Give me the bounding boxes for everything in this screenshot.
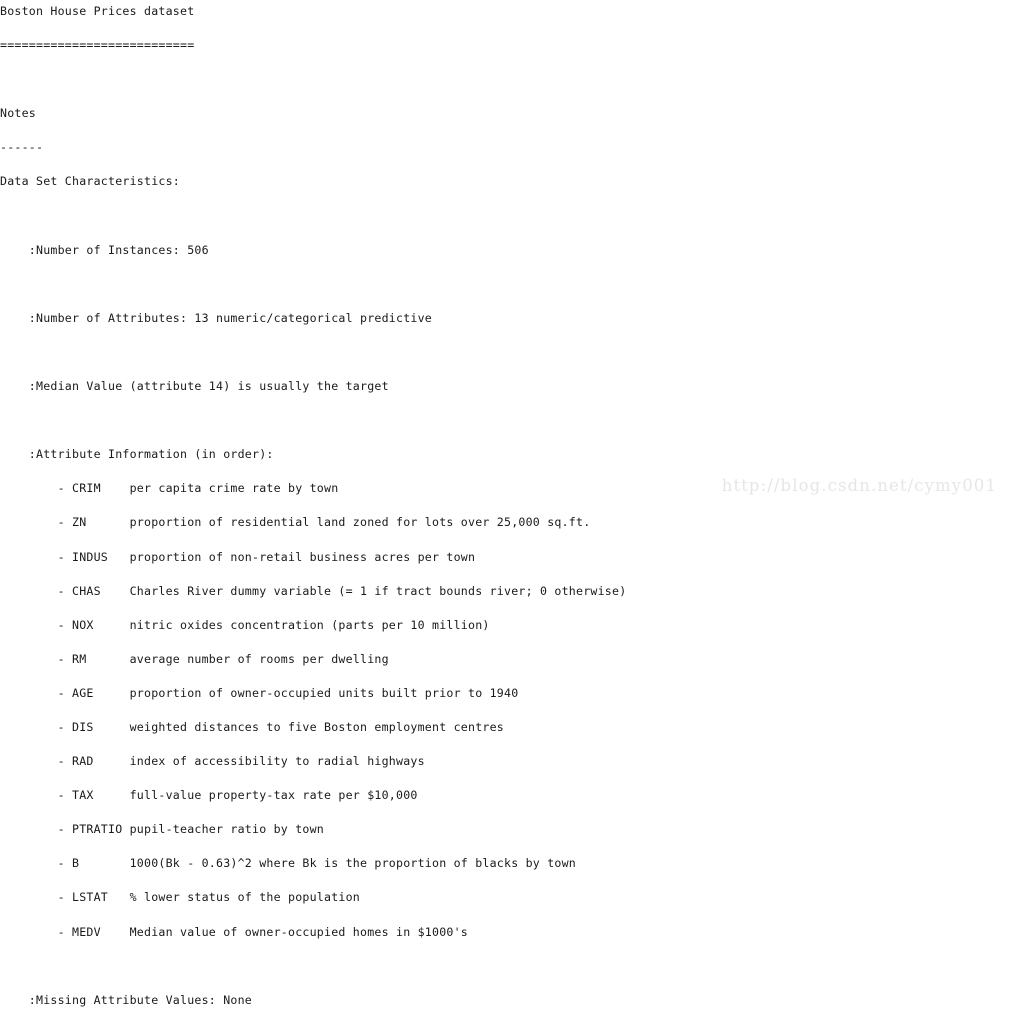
text-line: :Missing Attribute Values: None [0,992,253,1007]
text-line: - AGE proportion of owner-occupied units… [0,685,519,700]
text-line [0,958,1011,975]
text-line: - TAX full-value property-tax rate per $… [0,788,418,803]
text-line: - ZN proportion of residential land zone… [0,515,591,530]
text-line [0,344,1011,361]
text-line: - RAD index of accessibility to radial h… [0,754,425,769]
text-line [0,276,1011,293]
text-line [0,412,1011,429]
dataset-description-text: Boston House Prices dataset ============… [0,0,1011,1009]
text-line: Boston House Prices dataset [0,4,195,18]
text-line: - RM average number of rooms per dwellin… [0,651,389,666]
text-line: ------ [0,140,44,155]
text-line [0,208,1011,225]
text-line: =========================== [0,38,195,53]
text-line: :Attribute Information (in order): [0,447,274,462]
text-line: - DIS weighted distances to five Boston … [0,719,505,734]
text-line: - B 1000(Bk - 0.63)^2 where Bk is the pr… [0,856,577,871]
text-line: Data Set Characteristics: [0,174,181,189]
text-line: - CHAS Charles River dummy variable (= 1… [0,583,627,598]
text-line: :Median Value (attribute 14) is usually … [0,379,389,394]
watermark: http://blog.csdn.net/cymy001 [721,476,997,495]
text-line: - LSTAT % lower status of the population [0,890,361,905]
text-line: - PTRATIO pupil-teacher ratio by town [0,822,325,837]
text-line: :Number of Attributes: 13 numeric/catego… [0,310,433,325]
text-line [0,71,1011,88]
text-line: Notes [0,106,37,121]
text-line: - INDUS proportion of non-retail busines… [0,549,476,564]
text-line: - NOX nitric oxides concentration (parts… [0,617,490,632]
text-line: - MEDV Median value of owner-occupied ho… [0,924,469,939]
text-line: :Number of Instances: 506 [0,242,209,257]
